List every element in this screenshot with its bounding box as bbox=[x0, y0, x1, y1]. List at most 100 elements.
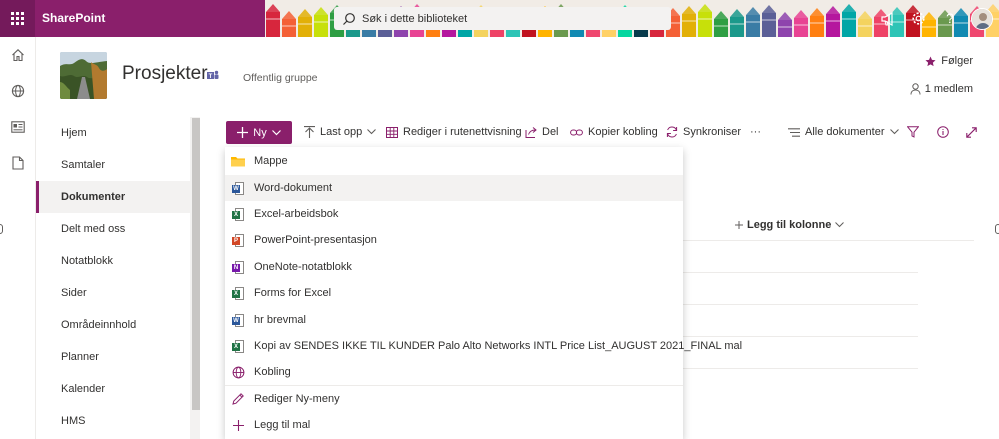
search-icon bbox=[343, 12, 355, 25]
info-button[interactable] bbox=[937, 117, 949, 147]
chevron-down-icon bbox=[835, 222, 845, 228]
command-bar: Ny Last opp Rediger i rutenettvisning De… bbox=[200, 117, 999, 147]
word-icon: W bbox=[232, 181, 244, 195]
word-icon: W bbox=[232, 313, 244, 327]
chevron-down-icon bbox=[889, 129, 899, 135]
new-button[interactable]: Ny bbox=[226, 121, 292, 144]
nav-item-planner[interactable]: Planner bbox=[36, 341, 190, 373]
folder-icon bbox=[231, 156, 245, 166]
menu-item-price-list-template[interactable]: X Kopi av SENDES IKKE TIL KUNDER Palo Al… bbox=[225, 333, 742, 359]
more-icon: ··· bbox=[750, 126, 761, 138]
menu-item-onenote[interactable]: N OneNote-notatblokk bbox=[225, 254, 683, 280]
search-box[interactable] bbox=[334, 7, 671, 30]
menu-item-label: Mappe bbox=[254, 155, 288, 167]
add-column-button[interactable]: Legg til kolonne bbox=[735, 219, 845, 231]
row-divider bbox=[683, 304, 918, 305]
share-icon bbox=[525, 126, 537, 138]
new-button-label: Ny bbox=[253, 126, 267, 139]
filter-button[interactable] bbox=[907, 117, 919, 147]
search-input[interactable] bbox=[362, 12, 662, 25]
excel-icon: X bbox=[232, 207, 244, 221]
site-title[interactable]: Prosjekter bbox=[122, 63, 208, 85]
nav-item-sider[interactable]: Sider bbox=[36, 277, 190, 309]
plus-icon bbox=[232, 419, 244, 431]
menu-item-word-document[interactable]: W Word-dokument bbox=[225, 175, 683, 201]
menu-item-label: Legg til mal bbox=[254, 419, 311, 431]
nav-item-hms[interactable]: HMS bbox=[36, 405, 190, 437]
person-icon bbox=[910, 83, 921, 95]
nav-item-dokumenter[interactable]: Dokumenter bbox=[36, 181, 190, 213]
waffle-icon[interactable] bbox=[0, 0, 35, 37]
view-selector[interactable]: Alle dokumenter bbox=[788, 117, 899, 147]
suite-bar: SharePoint ? bbox=[0, 0, 999, 37]
row-divider bbox=[683, 272, 918, 273]
nav-item-omradeinnhold[interactable]: Områdeinnhold bbox=[36, 309, 190, 341]
nav-item-hjem[interactable]: Hjem bbox=[36, 117, 190, 149]
copy-link-label: Kopier kobling bbox=[588, 126, 658, 138]
menu-item-link[interactable]: Kobling bbox=[225, 359, 683, 385]
avatar-button[interactable] bbox=[965, 0, 999, 37]
menu-item-hr-template[interactable]: W hr brevmal bbox=[225, 307, 683, 333]
sync-button[interactable]: Synkroniser bbox=[666, 117, 741, 147]
pencil-icon bbox=[232, 393, 244, 405]
menu-item-label: Kobling bbox=[254, 366, 291, 378]
globe-icon[interactable] bbox=[0, 73, 36, 109]
nav-item-kalender[interactable]: Kalender bbox=[36, 373, 190, 405]
menu-item-label: Kopi av SENDES IKKE TIL KUNDER Palo Alto… bbox=[254, 340, 743, 352]
new-dropdown-menu: Mappe W Word-dokument X Excel-arbeidsbok… bbox=[225, 147, 742, 439]
menu-item-excel-workbook[interactable]: X Excel-arbeidsbok bbox=[225, 201, 683, 227]
menu-item-label: hr brevmal bbox=[254, 314, 306, 326]
nav-scrollbar-thumb[interactable] bbox=[192, 118, 200, 410]
powerpoint-icon: P bbox=[232, 233, 244, 247]
excel-icon: X bbox=[232, 339, 244, 353]
site-logo[interactable] bbox=[60, 52, 107, 99]
help-icon[interactable]: ? bbox=[934, 0, 965, 37]
copy-link-button[interactable]: Kopier kobling bbox=[570, 117, 658, 147]
nav-item-notatblokk[interactable]: Notatblokk bbox=[36, 245, 190, 277]
svg-text:?: ? bbox=[946, 11, 954, 26]
menu-item-label: Rediger Ny-meny bbox=[254, 393, 340, 405]
info-icon bbox=[937, 126, 949, 138]
globe-icon bbox=[232, 366, 244, 378]
settings-icon[interactable] bbox=[903, 0, 934, 37]
plus-icon bbox=[237, 127, 249, 138]
news-icon[interactable] bbox=[0, 109, 36, 145]
menu-item-label: Word-dokument bbox=[254, 182, 333, 194]
site-header: Prosjekter T Offentlig gruppe Følger 1 m… bbox=[36, 37, 999, 117]
site-type-label: Offentlig gruppe bbox=[243, 72, 318, 84]
teams-icon[interactable]: T bbox=[207, 70, 219, 81]
more-button[interactable]: ··· bbox=[750, 117, 761, 147]
menu-item-edit-new-menu[interactable]: Rediger Ny-meny bbox=[225, 386, 683, 412]
sharepoint-brand[interactable]: SharePoint bbox=[42, 0, 105, 37]
members-label: 1 medlem bbox=[924, 83, 973, 95]
link-icon bbox=[570, 129, 583, 135]
right-resize-handle[interactable] bbox=[995, 224, 999, 234]
app-rail bbox=[0, 37, 36, 439]
nav-item-delt-med-oss[interactable]: Delt med oss bbox=[36, 213, 190, 245]
header-divider bbox=[683, 240, 974, 241]
upload-label: Last opp bbox=[320, 126, 363, 138]
document-icon[interactable] bbox=[0, 145, 36, 181]
follow-label: Følger bbox=[941, 55, 973, 67]
menu-item-add-template[interactable]: Legg til mal bbox=[225, 412, 683, 438]
share-button[interactable]: Del bbox=[525, 117, 559, 147]
menu-item-folder[interactable]: Mappe bbox=[225, 148, 683, 174]
follow-button[interactable]: Følger bbox=[925, 55, 973, 67]
chevron-down-icon bbox=[271, 129, 281, 135]
menu-item-powerpoint[interactable]: P PowerPoint-presentasjon bbox=[225, 227, 683, 253]
menu-item-label: Forms for Excel bbox=[254, 287, 332, 299]
menu-item-label: OneNote-notatblokk bbox=[254, 261, 352, 273]
avatar bbox=[971, 7, 993, 30]
add-column-label: Legg til kolonne bbox=[747, 219, 832, 231]
expand-button[interactable] bbox=[966, 117, 977, 147]
expand-icon bbox=[966, 126, 977, 138]
left-resize-handle[interactable] bbox=[0, 224, 3, 234]
home-icon[interactable] bbox=[0, 37, 36, 73]
nav-item-samtaler[interactable]: Samtaler bbox=[36, 149, 190, 181]
grid-view-button[interactable]: Rediger i rutenettvisning bbox=[386, 117, 522, 147]
members-button[interactable]: 1 medlem bbox=[910, 83, 973, 95]
menu-item-label: PowerPoint-presentasjon bbox=[254, 234, 377, 246]
menu-item-forms-for-excel[interactable]: X Forms for Excel bbox=[225, 280, 683, 306]
upload-button[interactable]: Last opp bbox=[304, 117, 377, 147]
megaphone-icon[interactable] bbox=[872, 0, 903, 37]
